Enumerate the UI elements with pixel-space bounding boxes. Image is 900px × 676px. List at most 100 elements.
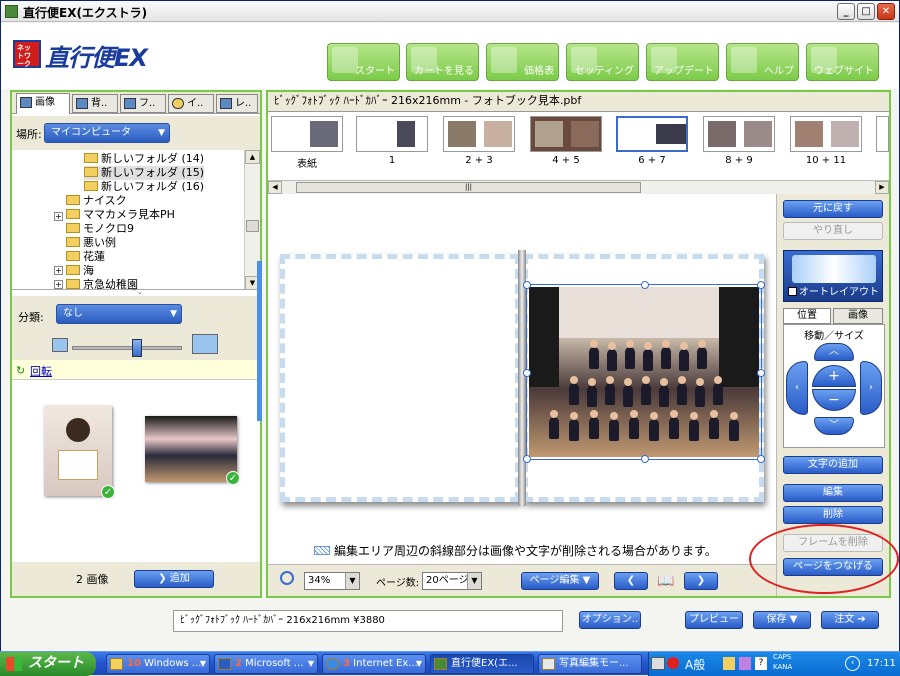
nav-website-button[interactable]: ウェブサイト (806, 43, 879, 81)
expand-icon[interactable]: + (54, 266, 63, 275)
help-icon[interactable]: ? (755, 657, 767, 670)
pages-select[interactable]: 20ページ ▼ (422, 572, 482, 590)
prev-page-button[interactable]: ❮ (614, 572, 648, 590)
expand-icon[interactable]: + (54, 212, 63, 221)
zoom-out-button[interactable]: − (812, 389, 856, 411)
move-down-button[interactable]: ﹀ (814, 417, 854, 435)
page-edit-button[interactable]: ページ編集 ▼ (521, 572, 599, 590)
tree-item-selected[interactable]: 新しいフォルダ (15) (84, 166, 205, 180)
undo-button[interactable]: 元に戻す (783, 200, 883, 218)
page-thumb-10-11[interactable] (790, 116, 862, 152)
scroll-up-icon[interactable]: ▲ (245, 150, 260, 164)
add-button[interactable]: ❯ 追加 (134, 570, 214, 588)
nav-settings-button[interactable]: セッティング (566, 43, 639, 81)
scroll-right-icon[interactable]: ▶ (875, 181, 889, 194)
page-thumb-1[interactable] (356, 116, 428, 152)
tree-item[interactable]: 新しいフォルダ (16) (84, 180, 204, 194)
chevron-left-icon[interactable]: ‹ (845, 656, 860, 671)
tray-icon[interactable] (723, 657, 735, 670)
zoom-in-button[interactable]: + (812, 365, 856, 387)
nav-update-button[interactable]: アップデート (646, 43, 719, 81)
thumbnail-size-slider[interactable] (72, 339, 182, 357)
close-button[interactable]: ✕ (877, 3, 895, 20)
page-thumb-4-5[interactable] (530, 116, 602, 152)
resize-handle[interactable] (757, 281, 765, 289)
panel-splitter[interactable] (257, 261, 262, 421)
expand-icon[interactable]: + (54, 280, 63, 289)
resize-handle[interactable] (523, 281, 531, 289)
tray-icon[interactable] (739, 657, 751, 670)
move-right-button[interactable]: › (860, 361, 882, 415)
tab-position[interactable]: 位置 (783, 308, 831, 324)
nav-start-button[interactable]: スタート (327, 43, 400, 81)
tab-images[interactable]: 画像 (16, 93, 70, 114)
maximize-button[interactable]: □ (857, 3, 875, 20)
resize-handle[interactable] (757, 369, 765, 377)
folder-tree: 新しいフォルダ (14) 新しいフォルダ (15) 新しいフォルダ (16) ナ… (12, 150, 260, 290)
start-button[interactable]: スタート (0, 652, 96, 676)
delete-button[interactable]: 削除 (783, 506, 883, 524)
taskbar-item-word[interactable]: 2 Microsoft ... ▼ (214, 654, 318, 674)
image-thumbnail-class[interactable]: ✓ (145, 416, 240, 485)
selected-photo-frame[interactable] (523, 281, 765, 463)
resize-handle[interactable] (523, 455, 531, 463)
scroll-thumb[interactable] (246, 220, 259, 232)
taskbar-item-photo-edit[interactable]: 写真編集モー... (538, 654, 642, 674)
tree-item[interactable]: モノクロ9 (66, 222, 134, 236)
minimize-button[interactable]: _ (837, 3, 855, 20)
tree-item[interactable]: 海 (66, 264, 94, 278)
splitter-handle[interactable]: ⌃⌄ (112, 289, 162, 296)
resize-handle[interactable] (641, 281, 649, 289)
page-thumb-6-7[interactable] (616, 116, 688, 152)
tab-image[interactable]: 画像 (833, 308, 883, 324)
tree-item[interactable]: 悪い例 (66, 236, 116, 250)
thumbnail-scrollbar[interactable]: ◀ ||| ▶ (268, 180, 889, 194)
nav-help-button[interactable]: ヘルプ (726, 43, 799, 81)
auto-layout-checkbox[interactable] (788, 287, 797, 296)
move-up-button[interactable]: ︿ (814, 343, 854, 361)
tree-item[interactable]: 新しいフォルダ (14) (84, 152, 204, 166)
class-select[interactable]: なし ▼ (56, 304, 182, 324)
rotate-link[interactable]: 回転 (30, 363, 52, 379)
scroll-left-icon[interactable]: ◀ (268, 181, 282, 194)
save-button[interactable]: 保存 ▼ (753, 611, 811, 629)
taskbar-item-chokkoubin[interactable]: 直行便EX(エ... (430, 654, 534, 674)
keyboard-icon[interactable] (651, 657, 665, 670)
options-button[interactable]: オプション.. (579, 611, 641, 629)
title-bar[interactable]: 直行便EX(エクストラ) _ □ ✕ (1, 1, 899, 22)
scroll-thumb[interactable]: ||| (296, 182, 641, 193)
nav-price-button[interactable]: 価格表 (486, 43, 559, 81)
tab-illustrations[interactable]: イ.. (168, 94, 214, 113)
add-text-button[interactable]: 文字の追加 (783, 456, 883, 474)
move-left-button[interactable]: ‹ (786, 361, 808, 415)
tree-item[interactable]: ママカメラ見本PH (66, 208, 175, 222)
tree-item[interactable]: 花蓮 (66, 250, 105, 264)
resize-handle[interactable] (641, 455, 649, 463)
left-page[interactable] (280, 254, 520, 502)
preview-button[interactable]: プレビュー (685, 611, 743, 629)
order-button[interactable]: 注文 ➔ (821, 611, 879, 629)
resize-handle[interactable] (523, 369, 531, 377)
tree-item[interactable]: ナイスク (66, 194, 127, 208)
place-select[interactable]: マイコンピュータ ▼ (44, 123, 170, 143)
page-thumb-2-3[interactable] (443, 116, 515, 152)
redo-button[interactable]: やり直し (783, 222, 883, 240)
page-thumb-8-9[interactable] (703, 116, 775, 152)
auto-layout-panel[interactable]: オートレイアウト (783, 250, 883, 302)
tab-backgrounds[interactable]: 背.. (72, 94, 118, 113)
slider-knob[interactable] (132, 339, 142, 357)
taskbar-item-ie[interactable]: 3 Internet Ex... ▼ (322, 654, 426, 674)
zoom-select[interactable]: 34% ▼ (304, 572, 360, 590)
next-page-button[interactable]: ❯ (684, 572, 718, 590)
edit-button[interactable]: 編集 (783, 484, 883, 502)
ime-mode[interactable]: A般 (685, 656, 705, 673)
tab-frames[interactable]: フ.. (120, 94, 166, 113)
resize-handle[interactable] (757, 455, 765, 463)
taskbar-item-windows[interactable]: 10 Windows ... ▼ (106, 654, 210, 674)
page-thumb-cover[interactable] (271, 116, 343, 152)
image-thumbnail-girl[interactable]: ✓ (44, 406, 115, 499)
ime-icon[interactable] (667, 657, 679, 669)
nav-cart-button[interactable]: カートを見る (406, 43, 479, 81)
page-thumb-partial[interactable] (876, 116, 889, 152)
tab-layouts[interactable]: レ.. (216, 94, 258, 113)
